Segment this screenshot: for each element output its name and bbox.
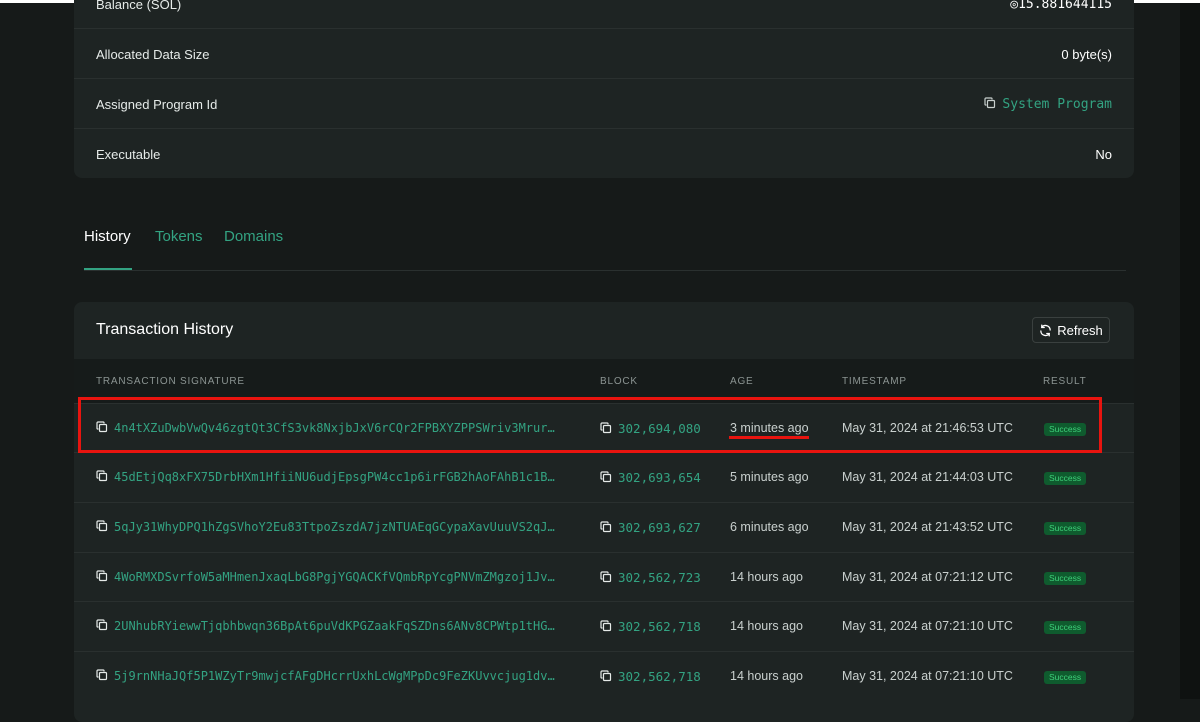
signature-link[interactable]: 45dEtjQq8xFX75DrbHXm1HfiiNU6udjEpsgPW4cc… [114,470,555,484]
detail-value: No [1095,147,1112,162]
program-id-value[interactable]: System Program [1002,97,1112,112]
column-header: RESULT [1043,376,1087,387]
detail-row-balance: Balance (SOL) ◎15.881644115 [74,0,1134,29]
signature-cell[interactable]: 4WoRMXDSvrfoW5aMHmenJxaqLbG8PgjYGQACKfVQ… [96,570,576,584]
timestamp-cell: May 31, 2024 at 07:21:10 UTC [842,619,1013,633]
column-header: BLOCK [600,376,638,387]
copy-icon[interactable] [600,571,612,583]
copy-icon[interactable] [96,520,108,532]
age-cell: 5 minutes ago [730,470,809,484]
refresh-button[interactable]: Refresh [1032,317,1110,343]
status-badge: Success [1044,522,1087,535]
copy-icon[interactable] [96,570,108,582]
status-badge: Success [1044,423,1087,436]
column-header: TIMESTAMP [842,376,907,387]
account-details-card: Balance (SOL) ◎15.881644115 Allocated Da… [74,0,1134,178]
active-tab-indicator [84,268,132,270]
timestamp-cell: May 31, 2024 at 07:21:10 UTC [842,669,1013,683]
column-header: AGE [730,376,754,387]
table-row: 45dEtjQq8xFX75DrbHXm1HfiiNU6udjEpsgPW4cc… [74,452,1134,501]
status-badge: Success [1044,621,1087,634]
column-header: TRANSACTION SIGNATURE [96,376,245,387]
status-badge: Success [1044,472,1087,485]
timestamp-cell: May 31, 2024 at 07:21:12 UTC [842,570,1013,584]
detail-value: 0 byte(s) [1061,46,1112,62]
detail-row-program-id: Assigned Program Id System Program [74,80,1134,129]
table-row: 5qJy31WhyDPQ1hZgSVhoY2Eu83TtpoZszdA7jzNT… [74,502,1134,551]
refresh-icon [1040,323,1052,337]
detail-value: ◎15.881644115 [1010,0,1112,12]
block-link[interactable]: 302,562,723 [618,570,701,585]
refresh-label: Refresh [1057,322,1103,338]
tab-bar: History Tokens Domains [84,220,1126,271]
tab-history[interactable]: History [84,228,131,245]
detail-row-data-size: Allocated Data Size 0 byte(s) [74,30,1134,79]
page-right-margin [1180,3,1200,699]
copy-icon[interactable] [96,669,108,681]
detail-row-executable: Executable No [74,130,1134,178]
timestamp-cell: May 31, 2024 at 21:43:52 UTC [842,520,1013,534]
timestamp-cell: May 31, 2024 at 21:46:53 UTC [842,421,1013,435]
copy-icon[interactable] [96,619,108,631]
signature-link[interactable]: 5j9rnNHaJQf5P1WZyTr9mwjcfAFgDHcrrUxhLcWg… [114,669,555,683]
signature-cell[interactable]: 2UNhubRYiewwTjqbhbwqn36BpAt6puVdKPGZaakF… [96,619,576,633]
table-row: 4n4tXZuDwbVwQv46zgtQt3CfS3vk8NxjbJxV6rCQ… [74,403,1134,452]
signature-cell[interactable]: 5j9rnNHaJQf5P1WZyTr9mwjcfAFgDHcrrUxhLcWg… [96,669,576,683]
table-header: TRANSACTION SIGNATURE BLOCK AGE TIMESTAM… [74,359,1134,403]
timestamp-cell: May 31, 2024 at 21:44:03 UTC [842,470,1013,484]
signature-cell[interactable]: 4n4tXZuDwbVwQv46zgtQt3CfS3vk8NxjbJxV6rCQ… [96,421,576,435]
block-link[interactable]: 302,562,718 [618,669,701,684]
tab-tokens[interactable]: Tokens [155,228,203,245]
program-id-link[interactable]: System Program [984,96,1112,112]
copy-icon[interactable] [984,97,996,109]
table-row: 4WoRMXDSvrfoW5aMHmenJxaqLbG8PgjYGQACKfVQ… [74,552,1134,601]
copy-icon[interactable] [96,421,108,433]
table-row: 5j9rnNHaJQf5P1WZyTr9mwjcfAFgDHcrrUxhLcWg… [74,651,1134,700]
signature-link[interactable]: 5qJy31WhyDPQ1hZgSVhoY2Eu83TtpoZszdA7jzNT… [114,520,555,534]
block-cell[interactable]: 302,562,723 [600,570,701,585]
detail-label: Balance (SOL) [96,0,182,12]
age-cell: 14 hours ago [730,619,803,633]
copy-icon[interactable] [600,670,612,682]
copy-icon[interactable] [600,620,612,632]
block-link[interactable]: 302,693,627 [618,520,701,535]
transaction-history-card: Transaction History Refresh TRANSACTION … [74,302,1134,722]
signature-cell[interactable]: 45dEtjQq8xFX75DrbHXm1HfiiNU6udjEpsgPW4cc… [96,470,576,484]
section-title: Transaction History [96,321,234,338]
age-cell: 14 hours ago [730,669,803,683]
tab-domains[interactable]: Domains [224,228,283,245]
status-badge: Success [1044,671,1087,684]
block-cell[interactable]: 302,694,080 [600,421,701,436]
block-cell[interactable]: 302,562,718 [600,619,701,634]
age-cell: 14 hours ago [730,570,803,584]
detail-label: Assigned Program Id [96,96,218,112]
table-row: 2UNhubRYiewwTjqbhbwqn36BpAt6puVdKPGZaakF… [74,601,1134,650]
signature-link[interactable]: 2UNhubRYiewwTjqbhbwqn36BpAt6puVdKPGZaakF… [114,619,555,633]
copy-icon[interactable] [600,422,612,434]
signature-link[interactable]: 4WoRMXDSvrfoW5aMHmenJxaqLbG8PgjYGQACKfVQ… [114,570,555,584]
copy-icon[interactable] [96,470,108,482]
age-cell: 6 minutes ago [730,520,809,534]
block-link[interactable]: 302,562,718 [618,619,701,634]
detail-label: Allocated Data Size [96,46,210,62]
signature-cell[interactable]: 5qJy31WhyDPQ1hZgSVhoY2Eu83TtpoZszdA7jzNT… [96,520,576,534]
block-cell[interactable]: 302,693,627 [600,520,701,535]
block-link[interactable]: 302,694,080 [618,421,701,436]
copy-icon[interactable] [600,521,612,533]
signature-link[interactable]: 4n4tXZuDwbVwQv46zgtQt3CfS3vk8NxjbJxV6rCQ… [114,421,555,435]
copy-icon[interactable] [600,471,612,483]
age-cell: 3 minutes ago [730,421,809,435]
status-badge: Success [1044,572,1087,585]
detail-label: Executable [96,147,161,162]
block-cell[interactable]: 302,562,718 [600,669,701,684]
block-link[interactable]: 302,693,654 [618,470,701,485]
block-cell[interactable]: 302,693,654 [600,470,701,485]
